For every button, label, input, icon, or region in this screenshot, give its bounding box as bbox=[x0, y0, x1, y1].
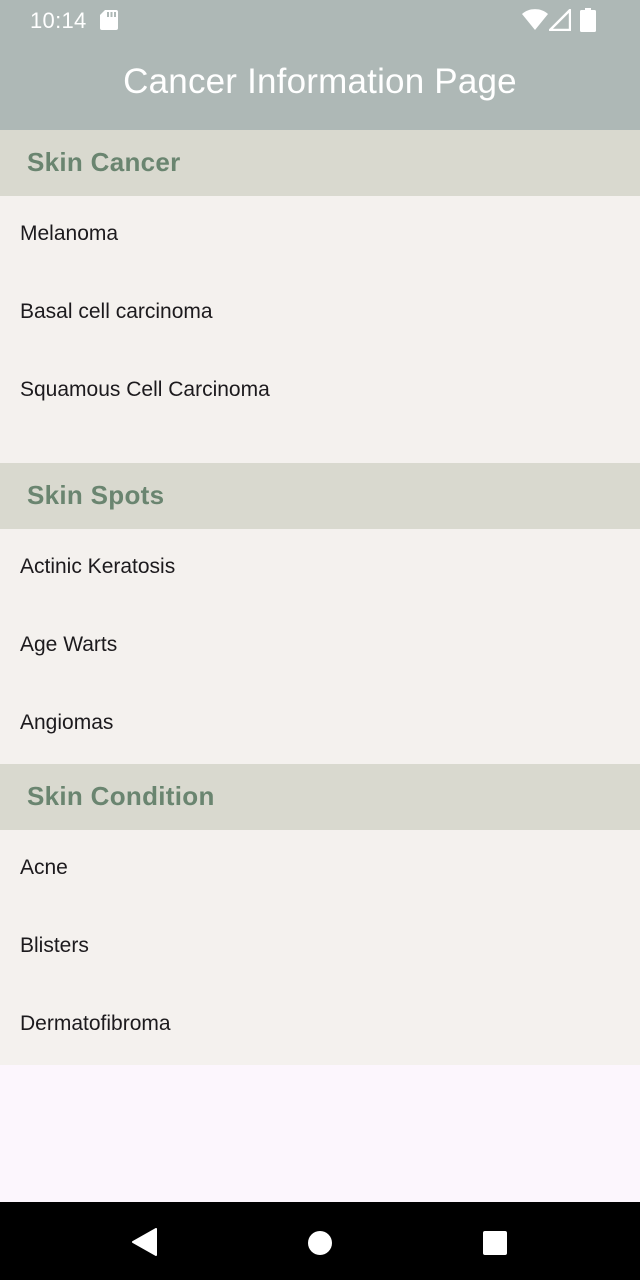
section-skin-cancer: Skin Cancer Melanoma Basal cell carcinom… bbox=[0, 130, 640, 463]
section-body: Acne Blisters Dermatofibroma bbox=[0, 830, 640, 1065]
system-nav-bar bbox=[0, 1202, 640, 1280]
home-icon[interactable] bbox=[308, 1231, 332, 1255]
list-item-age-warts[interactable]: Age Warts bbox=[0, 607, 640, 685]
list-item-label: Actinic Keratosis bbox=[20, 555, 176, 578]
list-item-label: Age Warts bbox=[20, 633, 118, 656]
app-bar: Cancer Information Page bbox=[0, 40, 640, 130]
section-header: Skin Condition bbox=[0, 764, 640, 830]
list-item-label: Blisters bbox=[20, 934, 89, 957]
list-item-acne[interactable]: Acne bbox=[0, 830, 640, 908]
status-time: 10:14 bbox=[30, 8, 87, 33]
page-title: Cancer Information Page bbox=[123, 62, 517, 101]
recents-icon[interactable] bbox=[483, 1231, 507, 1255]
list-item-actinic-keratosis[interactable]: Actinic Keratosis bbox=[0, 529, 640, 607]
cell-signal-icon bbox=[549, 9, 571, 31]
section-header: Skin Cancer bbox=[0, 130, 640, 196]
app-screen: 10:14 Cancer Information Page Skin Cance… bbox=[0, 0, 640, 1280]
list-item-label: Dermatofibroma bbox=[20, 1012, 171, 1035]
list-item-squamous-cell-carcinoma[interactable]: Squamous Cell Carcinoma bbox=[0, 352, 640, 430]
battery-icon bbox=[580, 8, 596, 32]
list-item-label: Angiomas bbox=[20, 711, 114, 734]
list-item-blisters[interactable]: Blisters bbox=[0, 908, 640, 986]
sd-card-icon bbox=[100, 10, 118, 30]
list-item-label: Melanoma bbox=[20, 222, 119, 245]
list-item-melanoma[interactable]: Melanoma bbox=[0, 196, 640, 274]
section-skin-condition: Skin Condition Acne Blisters Dermatofibr… bbox=[0, 764, 640, 1065]
section-body: Actinic Keratosis Age Warts Angiomas bbox=[0, 529, 640, 764]
section-title: Skin Cancer bbox=[27, 147, 181, 177]
list-item-label: Acne bbox=[20, 856, 68, 879]
section-title: Skin Spots bbox=[27, 480, 165, 510]
section-title: Skin Condition bbox=[27, 781, 215, 811]
wifi-icon bbox=[522, 9, 548, 30]
list-item-basal-cell-carcinoma[interactable]: Basal cell carcinoma bbox=[0, 274, 640, 352]
section-header: Skin Spots bbox=[0, 463, 640, 529]
list-item-dermatofibroma[interactable]: Dermatofibroma bbox=[0, 986, 640, 1064]
list-item-label: Basal cell carcinoma bbox=[20, 300, 213, 323]
status-bar: 10:14 bbox=[0, 0, 640, 40]
content-list: Skin Cancer Melanoma Basal cell carcinom… bbox=[0, 130, 640, 1065]
section-body: Melanoma Basal cell carcinoma Squamous C… bbox=[0, 196, 640, 463]
list-item-label: Squamous Cell Carcinoma bbox=[20, 378, 270, 401]
list-item-angiomas[interactable]: Angiomas bbox=[0, 685, 640, 763]
back-icon[interactable] bbox=[131, 1228, 157, 1256]
section-skin-spots: Skin Spots Actinic Keratosis Age Warts A… bbox=[0, 463, 640, 764]
